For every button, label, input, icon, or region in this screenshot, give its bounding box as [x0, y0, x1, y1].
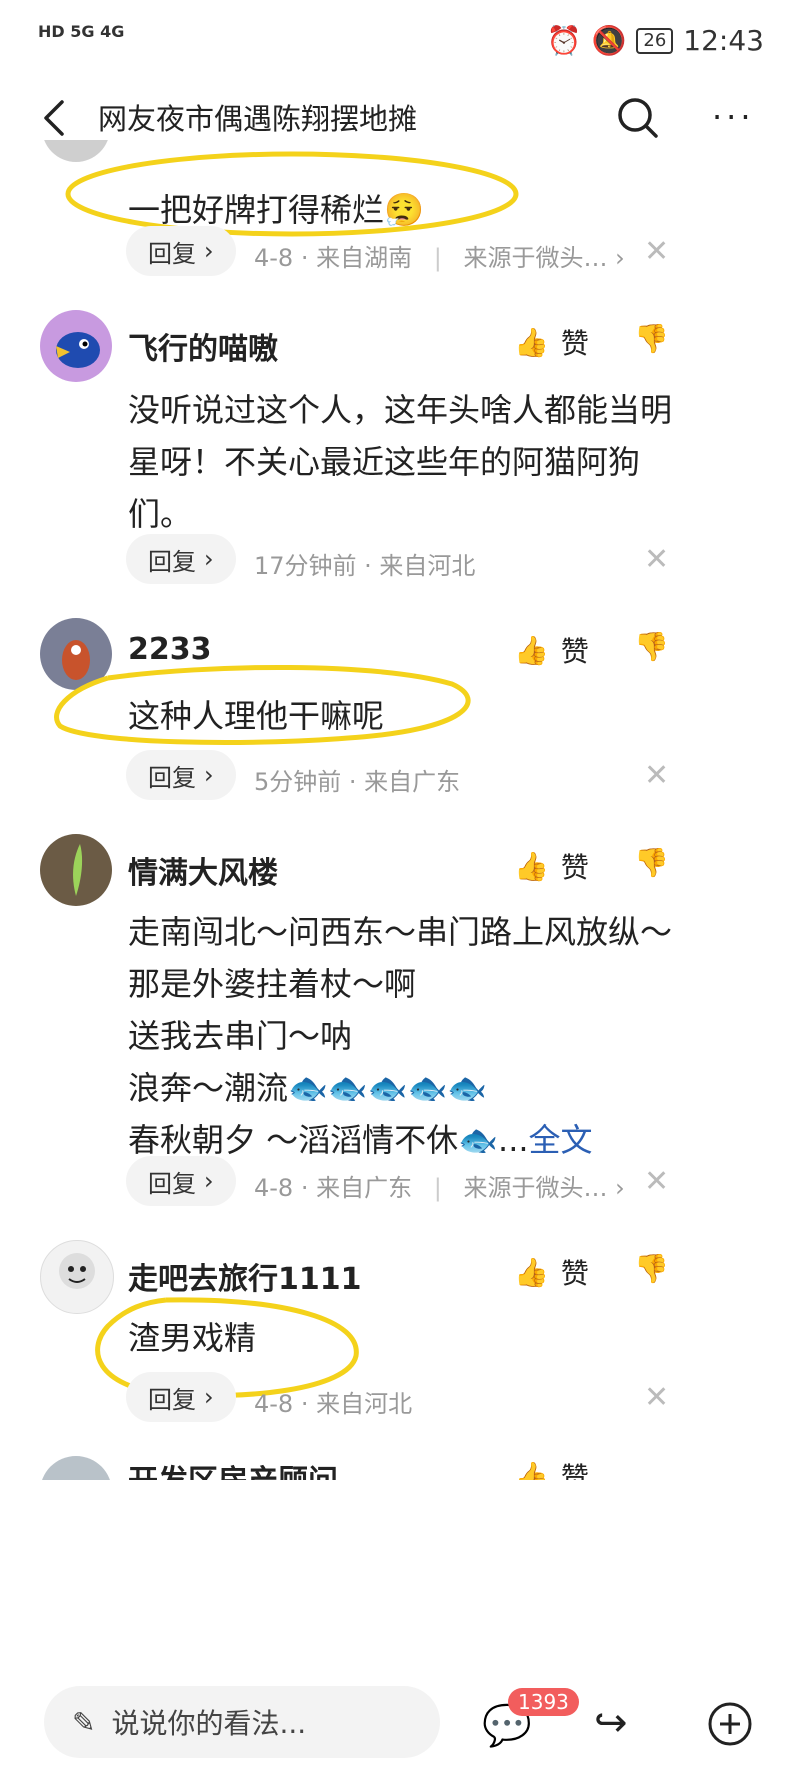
page-title: 网友夜市偶遇陈翔摆地摊	[98, 102, 418, 136]
like-button[interactable]: 👍 赞	[514, 846, 589, 886]
reply-button[interactable]: 回复 ›	[126, 1372, 236, 1422]
comment-meta: 5分钟前 · 来自广东	[254, 768, 461, 796]
avatar[interactable]	[40, 834, 112, 906]
signal-indicators: HD 5G 4G	[38, 22, 125, 41]
comment-6-partial: 开发区房产顾问 👍赞	[0, 1456, 800, 1480]
close-icon[interactable]: ✕	[644, 234, 669, 269]
status-right: ⏰ 🔕 26 12:43	[547, 24, 764, 57]
comment-count-badge: 1393	[508, 1688, 579, 1716]
reply-button[interactable]: 回复 ›	[126, 750, 236, 800]
status-bar: HD 5G 4G ⏰ 🔕 26 12:43	[0, 0, 800, 90]
more-menu-icon[interactable]: ···	[712, 98, 755, 136]
highlight-circle	[54, 664, 471, 745]
dislike-icon[interactable]: 👎	[634, 846, 669, 879]
battery-indicator: 26	[636, 27, 674, 54]
dislike-icon[interactable]: 👎	[634, 1252, 669, 1285]
mute-icon: 🔕	[591, 24, 627, 57]
close-icon[interactable]: ✕	[644, 542, 669, 577]
clock: 12:43	[683, 24, 764, 57]
back-arrow-icon[interactable]	[36, 98, 76, 138]
thumbs-up-icon: 👍	[514, 849, 549, 883]
dislike-icon[interactable]: 👎	[634, 322, 669, 355]
close-icon[interactable]: ✕	[644, 1164, 669, 1199]
share-icon[interactable]: ↪	[594, 1700, 628, 1746]
chevron-right-icon: ›	[204, 545, 214, 573]
username[interactable]: 开发区房产顾问	[128, 1456, 338, 1480]
comment-meta: 4-8 · 来自广东 | 来源于微头… ›	[254, 1174, 625, 1202]
reply-button[interactable]: 回复 ›	[126, 226, 236, 276]
highlight-circle	[65, 151, 519, 237]
avatar[interactable]	[40, 310, 112, 382]
koi-fish-emoji: 🐟	[458, 1121, 499, 1159]
avatar[interactable]	[40, 1456, 112, 1480]
reply-button[interactable]: 回复 ›	[126, 1156, 236, 1206]
search-icon[interactable]	[612, 92, 664, 144]
close-icon[interactable]: ✕	[644, 758, 669, 793]
koi-fish-emoji-row: 🐟🐟🐟🐟🐟	[288, 1069, 488, 1107]
comment-meta: 17分钟前 · 来自河北	[254, 552, 476, 580]
like-button[interactable]: 👍 赞	[514, 1252, 589, 1292]
comment-input[interactable]: ✎ 说说你的看法...	[44, 1686, 440, 1758]
source-link[interactable]: 来源于微头…	[463, 244, 607, 272]
full-text-link[interactable]: 全文	[529, 1121, 593, 1159]
dislike-icon[interactable]: 👎	[634, 630, 669, 663]
comment-input-placeholder: 说说你的看法...	[111, 1707, 307, 1740]
username[interactable]: 情满大风楼	[128, 848, 278, 892]
comment-meta: 4-8 · 来自河北	[254, 1390, 413, 1418]
chevron-right-icon: ›	[204, 1167, 214, 1195]
thumbs-up-icon: 👍	[514, 633, 549, 667]
chevron-right-icon: ›	[204, 1383, 214, 1411]
thumbs-up-icon: 👍	[514, 325, 549, 359]
thumbs-up-icon: 👍	[514, 1459, 549, 1481]
username[interactable]: 飞行的喵嗷	[128, 324, 278, 368]
comment-4-text: 走南闯北～问西东～串门路上风放纵～ 那是外婆拄着杖～啊 送我去串门～呐 浪奔～潮…	[128, 913, 673, 1159]
chevron-right-icon: ›	[204, 237, 214, 265]
pen-icon: ✎	[72, 1705, 96, 1739]
thumbs-up-icon: 👍	[514, 1255, 549, 1289]
add-icon[interactable]	[706, 1700, 754, 1748]
like-button[interactable]: 👍 赞	[514, 630, 589, 670]
reply-button[interactable]: 回复 ›	[126, 534, 236, 584]
comment-2-text: 没听说过这个人，这年头啥人都能当明 星呀！不关心最近这些年的阿猫阿狗 们。	[128, 391, 673, 533]
like-button[interactable]: 👍 赞	[514, 322, 589, 362]
chevron-right-icon: ›	[615, 244, 625, 272]
like-button[interactable]: 👍 赞	[514, 1456, 589, 1481]
close-icon[interactable]: ✕	[644, 1380, 669, 1415]
chevron-right-icon: ›	[615, 1174, 625, 1202]
alarm-icon: ⏰	[546, 24, 582, 57]
source-link[interactable]: 来源于微头…	[463, 1174, 607, 1202]
comment-meta: 4-8 · 来自湖南 | 来源于微头… ›	[254, 244, 625, 272]
chevron-right-icon: ›	[204, 761, 214, 789]
